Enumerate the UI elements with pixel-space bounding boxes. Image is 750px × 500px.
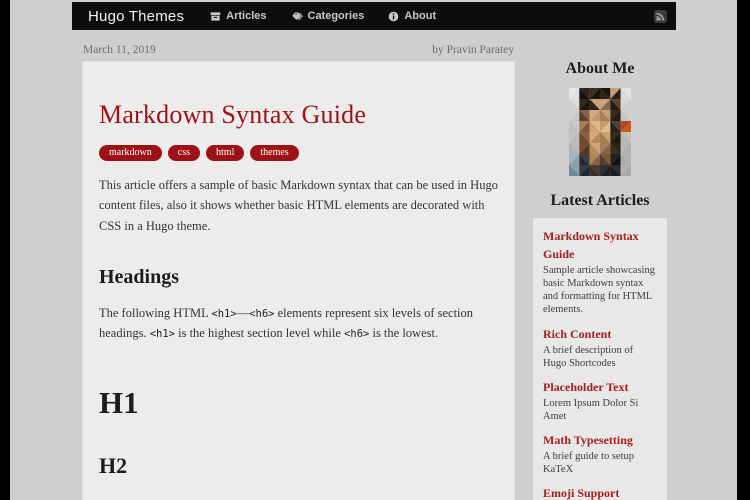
latest-article-link[interactable]: Placeholder Text xyxy=(543,380,628,394)
info-circle-icon xyxy=(388,11,399,22)
latest-article-desc: Sample article showcasing basic Markdown… xyxy=(543,264,657,317)
nav-item-label: Categories xyxy=(308,10,365,22)
latest-article-link[interactable]: Math Typesetting xyxy=(543,433,633,447)
tags-icon xyxy=(291,11,303,22)
latest-article-desc: Lorem Ipsum Dolor Si Amet xyxy=(543,397,657,423)
section-heading: Headings xyxy=(99,266,498,289)
main-column: March 11, 2019 by Pravin Paratey Markdow… xyxy=(82,44,515,500)
latest-article-desc: A brief description of Hugo Shortcodes xyxy=(543,344,657,370)
post-meta: March 11, 2019 by Pravin Paratey xyxy=(82,44,515,56)
post-author: by Pravin Paratey xyxy=(432,44,514,56)
list-item: Placeholder Text Lorem Ipsum Dolor Si Am… xyxy=(543,378,657,423)
list-item: Markdown Syntax Guide Sample article sho… xyxy=(543,227,657,317)
list-item: Math Typesetting A brief guide to setup … xyxy=(543,431,657,476)
top-navbar: Hugo Themes Articles xyxy=(72,2,676,30)
tag-pill[interactable]: html xyxy=(206,145,244,161)
article-card: Markdown Syntax Guide markdown css html … xyxy=(82,61,515,500)
tag-pill[interactable]: css xyxy=(168,145,200,161)
archive-icon xyxy=(210,11,221,22)
avatar xyxy=(569,88,631,176)
intro-paragraph: This article offers a sample of basic Ma… xyxy=(99,175,498,236)
page-title: Markdown Syntax Guide xyxy=(99,100,498,130)
nav-item-label: Articles xyxy=(226,10,266,22)
list-item: Emoji Support Guide to emoji usage in Hu… xyxy=(543,484,657,500)
section-paragraph: The following HTML <h1>—<h6> elements re… xyxy=(99,303,498,344)
about-me-heading: About Me xyxy=(533,60,667,78)
post-date: March 11, 2019 xyxy=(83,44,156,56)
nav-item-articles[interactable]: Articles xyxy=(210,10,266,22)
list-item: Rich Content A brief description of Hugo… xyxy=(543,325,657,370)
nav-item-about[interactable]: About xyxy=(388,10,436,22)
latest-articles-list: Markdown Syntax Guide Sample article sho… xyxy=(533,218,667,500)
nav-item-label: About xyxy=(404,10,436,22)
page-background: Hugo Themes Articles xyxy=(10,0,737,500)
tag-pill[interactable]: markdown xyxy=(99,145,162,161)
latest-article-link[interactable]: Rich Content xyxy=(543,327,611,341)
latest-article-desc: A brief guide to setup KaTeX xyxy=(543,450,657,476)
sidebar: About Me Latest Articles Markdown Syntax… xyxy=(533,44,667,500)
tag-list: markdown css html themes xyxy=(99,145,498,161)
nav-item-categories[interactable]: Categories xyxy=(291,10,365,22)
site-brand[interactable]: Hugo Themes xyxy=(88,8,184,25)
latest-article-link[interactable]: Emoji Support xyxy=(543,486,619,500)
sample-heading-h2: H2 xyxy=(99,453,498,479)
latest-articles-heading: Latest Articles xyxy=(533,192,667,210)
tag-pill[interactable]: themes xyxy=(250,145,298,161)
latest-article-link[interactable]: Markdown Syntax Guide xyxy=(543,229,639,261)
content-area: March 11, 2019 by Pravin Paratey Markdow… xyxy=(82,44,667,500)
rss-icon[interactable] xyxy=(654,10,667,23)
sample-heading-h1: H1 xyxy=(99,385,498,421)
screenshot-root: Hugo Themes Articles xyxy=(0,0,750,500)
